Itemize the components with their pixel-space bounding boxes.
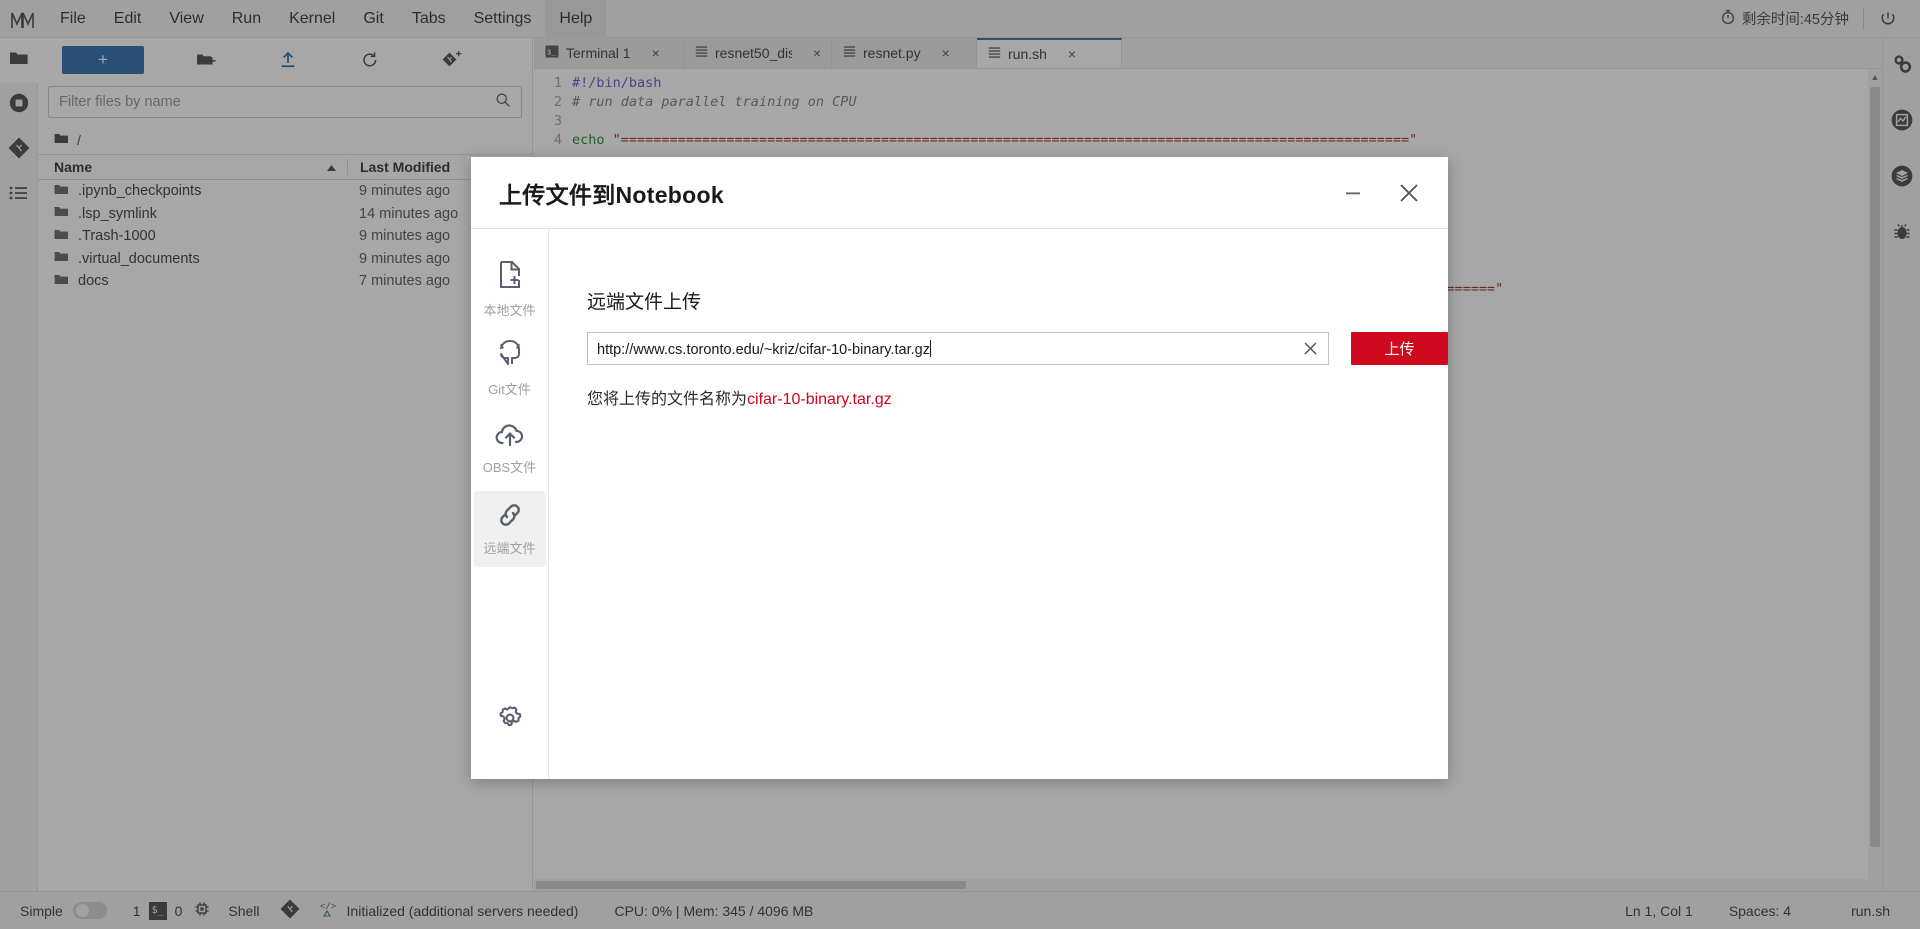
gear-icon[interactable] [474,683,546,753]
link-icon [495,501,525,534]
dialog-body: 本地文件 Git文件 OBS文件 远端文件 远端文件上传 http://www.… [471,229,1448,779]
upload-hint-filename: cifar-10-binary.tar.gz [747,391,892,408]
cloud-upload-icon [494,422,526,453]
upload-remote-panel: 远端文件上传 http://www.cs.toronto.edu/~kriz/c… [549,229,1448,779]
file-plus-icon [495,259,525,296]
clear-x-icon[interactable] [1298,340,1322,357]
remote-url-text: http://www.cs.toronto.edu/~kriz/cifar-10… [597,341,930,358]
remote-url-input[interactable]: http://www.cs.toronto.edu/~kriz/cifar-10… [587,332,1329,365]
close-icon[interactable] [1392,176,1426,210]
upload-file-dialog: 上传文件到Notebook 本地文件 Git文件 OBS文件 远端文件 远端文件… [471,157,1448,779]
section-title: 远端文件上传 [587,292,702,313]
minimize-icon[interactable] [1336,176,1370,210]
upload-source-obs-label: OBS文件 [482,460,537,475]
upload-source-local-label: 本地文件 [483,303,536,318]
text-caret [929,339,931,357]
remote-url-value: http://www.cs.toronto.edu/~kriz/cifar-10… [597,339,1298,358]
upload-source-obs[interactable]: OBS文件 [474,411,546,487]
upload-hint-prefix: 您将上传的文件名称为 [587,391,748,408]
upload-submit-button[interactable]: 上传 [1351,332,1448,365]
upload-source-git-label: Git文件 [488,382,531,397]
upload-source-remote-label: 远端文件 [483,541,536,556]
url-row: http://www.cs.toronto.edu/~kriz/cifar-10… [587,332,1448,365]
page-title: 上传文件到Notebook [499,181,724,208]
github-icon [495,340,525,375]
upload-source-remote[interactable]: 远端文件 [473,491,546,567]
upload-source-git[interactable]: Git文件 [474,331,546,407]
dialog-header: 上传文件到Notebook [471,157,1448,229]
upload-source-local[interactable]: 本地文件 [474,251,546,327]
upload-source-list: 本地文件 Git文件 OBS文件 远端文件 [471,229,549,779]
upload-filename-hint: 您将上传的文件名称为cifar-10-binary.tar.gz [587,385,1448,409]
